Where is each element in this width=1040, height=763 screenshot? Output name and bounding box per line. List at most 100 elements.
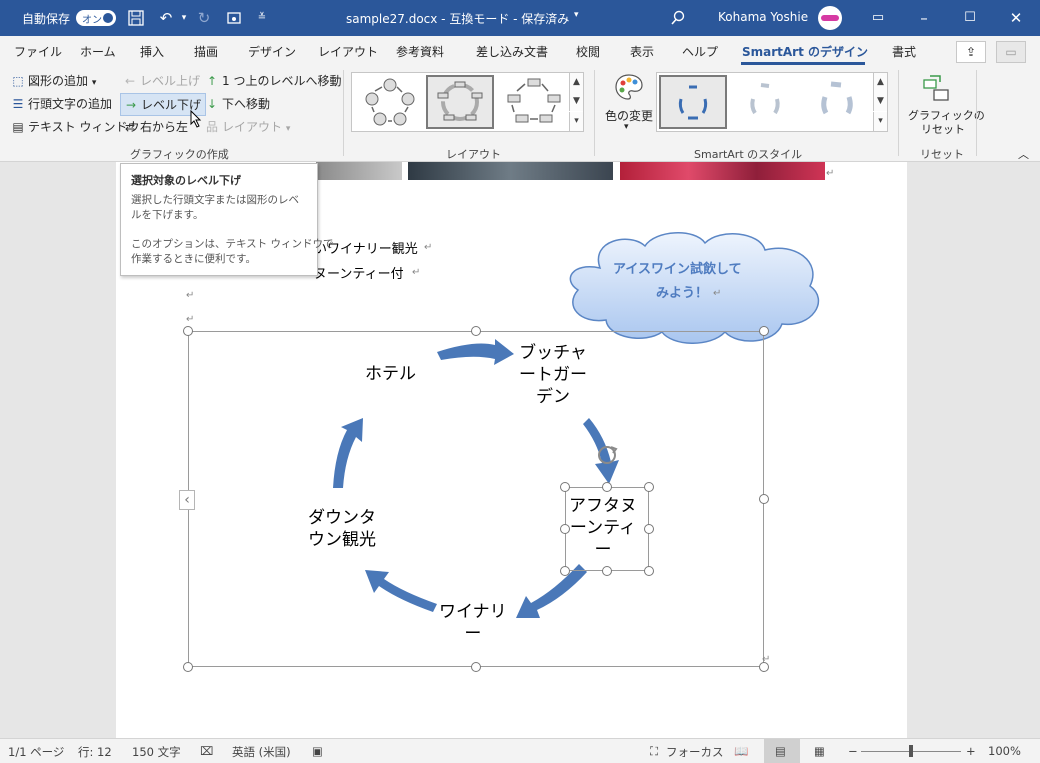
node-resize-handle[interactable] xyxy=(644,524,654,534)
node-resize-handle[interactable] xyxy=(644,566,654,576)
resize-handle[interactable] xyxy=(759,494,769,504)
style-thumb-shaded[interactable] xyxy=(731,75,799,129)
undo-dropdown-icon[interactable]: ▾ xyxy=(174,8,194,28)
callout-text-line[interactable]: みよう！ xyxy=(656,282,708,306)
maximize-icon[interactable]: ☐ xyxy=(960,8,980,28)
comments-button[interactable]: ▭ xyxy=(996,41,1026,63)
layout-thumb-continuous-cycle[interactable] xyxy=(426,75,494,129)
text-pane-button[interactable]: ▤ テキスト ウィンドウ xyxy=(10,118,139,135)
search-icon[interactable] xyxy=(668,8,688,28)
styles-scroll-up-button[interactable]: ▲ xyxy=(873,73,887,92)
ribbon-tabs: ファイル ホーム 挿入 描画 デザイン レイアウト 参考資料 差し込み文書 校閲… xyxy=(0,36,1040,66)
close-icon[interactable]: ✕ xyxy=(1006,8,1026,28)
style-thumb-3d[interactable] xyxy=(803,75,871,129)
proofing-icon[interactable]: ⌧ xyxy=(200,744,213,758)
zoom-slider-thumb[interactable] xyxy=(909,745,913,757)
photo-strip[interactable] xyxy=(408,162,613,180)
tab-layout[interactable]: レイアウト xyxy=(318,43,378,60)
read-mode-icon[interactable]: 📖 xyxy=(734,744,748,758)
share-button[interactable]: ⇪ xyxy=(956,41,986,63)
change-colors-button[interactable]: 色の変更 ▾ xyxy=(604,72,654,138)
tab-view[interactable]: 表示 xyxy=(630,43,654,60)
node-afternoon-tea[interactable]: アフタヌ ーンティ ー xyxy=(569,495,637,561)
zoom-out-button[interactable]: − xyxy=(848,744,858,758)
node-resize-handle[interactable] xyxy=(560,482,570,492)
resize-handle[interactable] xyxy=(183,662,193,672)
styles-more-button[interactable]: ▾ xyxy=(873,112,887,131)
tab-file[interactable]: ファイル xyxy=(14,43,62,60)
autosave-toggle[interactable]: オン xyxy=(76,10,116,26)
zoom-in-button[interactable]: + xyxy=(966,744,976,758)
language-indicator[interactable]: 英語 (米国) xyxy=(232,744,291,760)
gallery-more-button[interactable]: ▾ xyxy=(569,112,583,131)
photo-strip[interactable] xyxy=(620,162,825,180)
node-resize-handle[interactable] xyxy=(560,524,570,534)
node-butchart-gardens[interactable]: ブッチャ ートガー デン xyxy=(519,342,587,408)
reset-graphic-icon xyxy=(923,75,949,101)
print-layout-icon[interactable]: ▤ xyxy=(775,744,786,758)
collapse-ribbon-icon[interactable]: ︿ xyxy=(1018,146,1029,162)
layout-dropdown-button[interactable]: 品レイアウト ▾ xyxy=(204,118,290,135)
resize-handle[interactable] xyxy=(471,662,481,672)
minimize-icon[interactable]: – xyxy=(914,8,934,28)
style-thumb-simple[interactable] xyxy=(659,75,727,129)
tab-mailings[interactable]: 差し込み文書 xyxy=(476,43,548,60)
resize-handle[interactable] xyxy=(471,326,481,336)
touch-mode-icon[interactable] xyxy=(224,8,244,28)
move-down-button[interactable]: ↓ 下へ移動 xyxy=(204,95,270,112)
node-text: ホテル xyxy=(365,364,416,384)
add-bullet-button[interactable]: ☰ 行頭文字の追加 xyxy=(10,95,112,112)
node-winery[interactable]: ワイナリ ー xyxy=(439,601,507,645)
paragraph-mark: ↵ xyxy=(826,168,835,179)
node-resize-handle[interactable] xyxy=(602,482,612,492)
tab-references[interactable]: 参考資料 xyxy=(396,43,444,60)
avatar[interactable] xyxy=(818,6,842,30)
page-indicator[interactable]: 1/1 ページ xyxy=(8,744,64,760)
resize-handle[interactable] xyxy=(183,326,193,336)
add-shape-button[interactable]: ⬚ 図形の追加 ▾ xyxy=(10,72,96,89)
resize-handle[interactable] xyxy=(759,326,769,336)
tab-home[interactable]: ホーム xyxy=(80,43,116,60)
callout-text-line[interactable]: アイスワイン試飲して xyxy=(613,258,742,282)
layouts-gallery[interactable]: ▲ ▼ ▾ xyxy=(351,72,584,132)
macro-icon[interactable]: ▣ xyxy=(312,744,323,758)
reset-graphic-button[interactable]: グラフィックの リセット xyxy=(904,72,985,138)
tab-format[interactable]: 書式 xyxy=(892,43,916,60)
node-resize-handle[interactable] xyxy=(644,482,654,492)
tab-help[interactable]: ヘルプ xyxy=(682,43,718,60)
smartart-graphic[interactable]: ホテル ブッチャ ートガー デン アフタヌ ーンティ ー ワイナリ ー ダウンタ… xyxy=(183,326,770,672)
focus-button[interactable]: フォーカス xyxy=(666,744,724,760)
tab-draw[interactable]: 描画 xyxy=(194,43,218,60)
layout-thumb-basic-cycle[interactable] xyxy=(356,75,424,129)
node-downtown[interactable]: ダウンタ ウン観光 xyxy=(308,507,376,551)
word-count[interactable]: 150 文字 xyxy=(132,744,181,760)
web-layout-icon[interactable]: ▦ xyxy=(814,744,825,758)
zoom-level[interactable]: 100% xyxy=(988,744,1021,758)
smartart-styles-gallery[interactable]: ▲ ▼ ▾ xyxy=(656,72,888,132)
layout-thumb-block-cycle[interactable] xyxy=(500,75,568,129)
tab-design[interactable]: デザイン xyxy=(248,43,296,60)
tab-smartart-design[interactable]: SmartArt のデザイン xyxy=(742,43,868,60)
node-resize-handle[interactable] xyxy=(602,566,612,576)
styles-scroll-down-button[interactable]: ▼ xyxy=(873,92,887,111)
move-up-button[interactable]: ↑ 1 つ上のレベルへ移動 xyxy=(204,72,341,89)
tab-insert[interactable]: 挿入 xyxy=(140,43,164,60)
undo-icon[interactable]: ↶ xyxy=(156,8,176,28)
body-text-line[interactable]: ヌーンティー付 xyxy=(314,263,404,282)
right-to-left-button[interactable]: ⇄ 右から左 xyxy=(122,118,188,135)
text-pane-toggle-button[interactable]: ‹ xyxy=(179,490,195,510)
gallery-scroll-up-button[interactable]: ▲ xyxy=(569,73,583,92)
gallery-scroll-down-button[interactable]: ▼ xyxy=(569,92,583,111)
promote-button[interactable]: ← レベル上げ xyxy=(122,72,200,89)
save-icon[interactable] xyxy=(126,8,146,28)
title-dropdown-icon[interactable]: ▾ xyxy=(574,10,579,20)
node-hotel[interactable]: ホテル xyxy=(365,363,416,385)
group-separator xyxy=(343,70,344,156)
customize-icon[interactable]: ≚ xyxy=(252,8,272,28)
ribbon-display-icon[interactable]: ▭ xyxy=(868,8,888,28)
paragraph-mark: ↵ xyxy=(424,242,433,253)
focus-icon[interactable]: ⛶ xyxy=(650,744,658,759)
photo-strip[interactable] xyxy=(316,162,402,180)
tab-review[interactable]: 校閲 xyxy=(576,43,600,60)
node-resize-handle[interactable] xyxy=(560,566,570,576)
